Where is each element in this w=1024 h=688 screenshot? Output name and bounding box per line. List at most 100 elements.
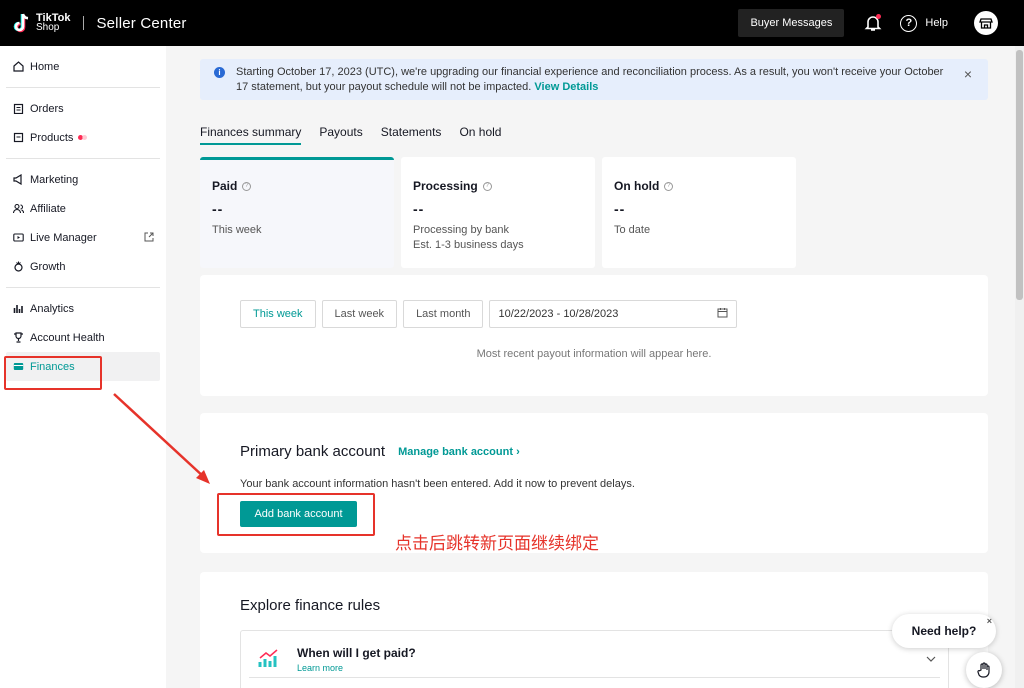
sidebar: Home Orders Products Marketing Affiliate…: [0, 46, 166, 688]
finance-rules-panel: Explore finance rules When will I get pa…: [200, 572, 988, 688]
sidebar-item-growth[interactable]: Growth: [6, 252, 160, 281]
tiktok-shop-logo[interactable]: TikTok Shop: [12, 12, 70, 34]
summary-cards: Paid? -- This week Processing? -- Proces…: [200, 157, 803, 268]
bank-description: Your bank account information hasn't bee…: [240, 478, 635, 490]
nav-group-growth: Marketing Affiliate Live Manager Growth: [6, 159, 160, 288]
close-icon[interactable]: ×: [964, 67, 972, 82]
sidebar-item-label: Home: [30, 60, 60, 73]
question-icon[interactable]: ?: [242, 181, 252, 191]
learn-more-link[interactable]: Learn more: [297, 663, 343, 673]
sidebar-item-label: Live Manager: [30, 231, 97, 244]
rule-accordion[interactable]: When will I get paid? Learn more: [240, 630, 949, 688]
users-icon: [12, 203, 24, 215]
card-title: Paid: [212, 179, 238, 193]
tiktok-logo-icon: [12, 12, 32, 34]
scrollbar-thumb[interactable]: [1016, 50, 1023, 300]
trophy-icon: [12, 332, 24, 344]
sidebar-item-label: Growth: [30, 260, 66, 273]
sidebar-item-label: Marketing: [30, 173, 79, 186]
question-icon[interactable]: ?: [482, 181, 492, 191]
last-week-button[interactable]: Last week: [321, 300, 398, 328]
card-value: --: [212, 201, 224, 217]
sidebar-item-products[interactable]: Products: [6, 123, 160, 152]
tab-payouts[interactable]: Payouts: [319, 125, 362, 145]
sidebar-item-finances[interactable]: Finances: [6, 352, 160, 381]
sidebar-item-label: Affiliate: [30, 202, 66, 215]
sidebar-item-label: Analytics: [30, 302, 75, 315]
logo-line2: Shop: [36, 22, 60, 33]
help-button[interactable]: ? Help: [900, 14, 948, 32]
last-month-button[interactable]: Last month: [403, 300, 484, 328]
card-title: Processing: [413, 179, 478, 193]
date-range-picker[interactable]: 10/22/2023 - 10/28/2023: [489, 300, 738, 328]
home-icon: [12, 61, 24, 73]
date-range-value: 10/22/2023 - 10/28/2023: [498, 308, 619, 320]
manage-bank-account-link[interactable]: Manage bank account ›: [398, 446, 520, 458]
card-value: --: [413, 201, 425, 217]
sidebar-item-marketing[interactable]: Marketing: [6, 165, 160, 194]
sidebar-item-label: Orders: [30, 102, 64, 115]
chevron-down-icon[interactable]: [926, 651, 936, 665]
sidebar-item-affiliate[interactable]: Affiliate: [6, 194, 160, 223]
app-title: Seller Center: [96, 14, 187, 32]
live-icon: [12, 232, 24, 244]
paid-card[interactable]: Paid? -- This week: [200, 157, 394, 268]
shop-avatar[interactable]: [974, 11, 998, 35]
sidebar-item-label: Products: [30, 131, 74, 144]
card-subtitle: To date: [614, 224, 651, 236]
top-bar: TikTok Shop Seller Center Buyer Messages…: [0, 0, 1024, 46]
sidebar-item-orders[interactable]: Orders: [6, 94, 160, 123]
chevron-right-icon: ›: [516, 445, 520, 458]
new-badge-icon: [78, 135, 88, 140]
question-icon[interactable]: ?: [664, 181, 674, 191]
tab-on-hold[interactable]: On hold: [459, 125, 501, 145]
payout-filter-panel: This week Last week Last month 10/22/202…: [200, 275, 988, 396]
finance-tabs: Finances summary Payouts Statements On h…: [200, 125, 519, 145]
card-subtitle: This week: [212, 224, 262, 236]
topbar-divider: [83, 16, 85, 30]
help-label: Help: [925, 17, 948, 29]
sidebar-item-live-manager[interactable]: Live Manager: [6, 223, 160, 252]
megaphone-icon: [12, 174, 24, 186]
sidebar-item-account-health[interactable]: Account Health: [6, 323, 160, 352]
processing-card[interactable]: Processing? -- Processing by bank Est. 1-…: [401, 157, 595, 268]
view-details-link[interactable]: View Details: [534, 81, 598, 93]
external-link-icon[interactable]: [144, 232, 154, 245]
sidebar-item-analytics[interactable]: Analytics: [6, 294, 160, 323]
add-bank-account-button[interactable]: Add bank account: [240, 501, 357, 527]
help-icon: ?: [900, 14, 918, 32]
on-hold-card[interactable]: On hold? -- To date: [602, 157, 796, 268]
nav-group-data: Analytics Account Health Finances: [6, 288, 160, 387]
clipboard-icon: [12, 103, 24, 115]
tab-statements[interactable]: Statements: [381, 125, 442, 145]
tab-finances-summary[interactable]: Finances summary: [200, 125, 302, 145]
sidebar-item-label: Finances: [30, 360, 75, 373]
card-subtitle: Processing by bank: [413, 224, 509, 236]
nav-group-home: Home: [6, 46, 160, 88]
main-content: i Starting October 17, 2023 (UTC), we're…: [166, 46, 1024, 688]
empty-state-text: Most recent payout information will appe…: [476, 348, 712, 360]
this-week-button[interactable]: This week: [240, 300, 316, 328]
scrollbar[interactable]: [1015, 46, 1024, 688]
card-subtitle-2: Est. 1-3 business days: [413, 239, 524, 251]
info-icon: i: [214, 67, 225, 78]
divider: [249, 677, 940, 678]
bank-title: Primary bank account: [240, 443, 386, 460]
bell-icon[interactable]: [862, 12, 884, 34]
sidebar-item-home[interactable]: Home: [6, 52, 160, 81]
calendar-icon: [717, 307, 728, 321]
wallet-icon: [12, 361, 24, 373]
need-help-bubble[interactable]: Need help? ×: [892, 614, 996, 648]
hand-icon[interactable]: [966, 652, 1002, 688]
buyer-messages-button[interactable]: Buyer Messages: [738, 9, 845, 37]
annotation-text: 点击后跳转新页面继续绑定: [395, 534, 599, 554]
rules-title: Explore finance rules: [240, 597, 381, 614]
sidebar-item-label: Account Health: [30, 331, 105, 344]
close-icon[interactable]: ×: [987, 616, 992, 626]
growth-icon: [12, 261, 24, 273]
nav-group-orders: Orders Products: [6, 88, 160, 159]
card-value: --: [614, 201, 626, 217]
card-title: On hold: [614, 179, 660, 193]
growth-chart-icon: [257, 647, 281, 671]
box-icon: [12, 132, 24, 144]
